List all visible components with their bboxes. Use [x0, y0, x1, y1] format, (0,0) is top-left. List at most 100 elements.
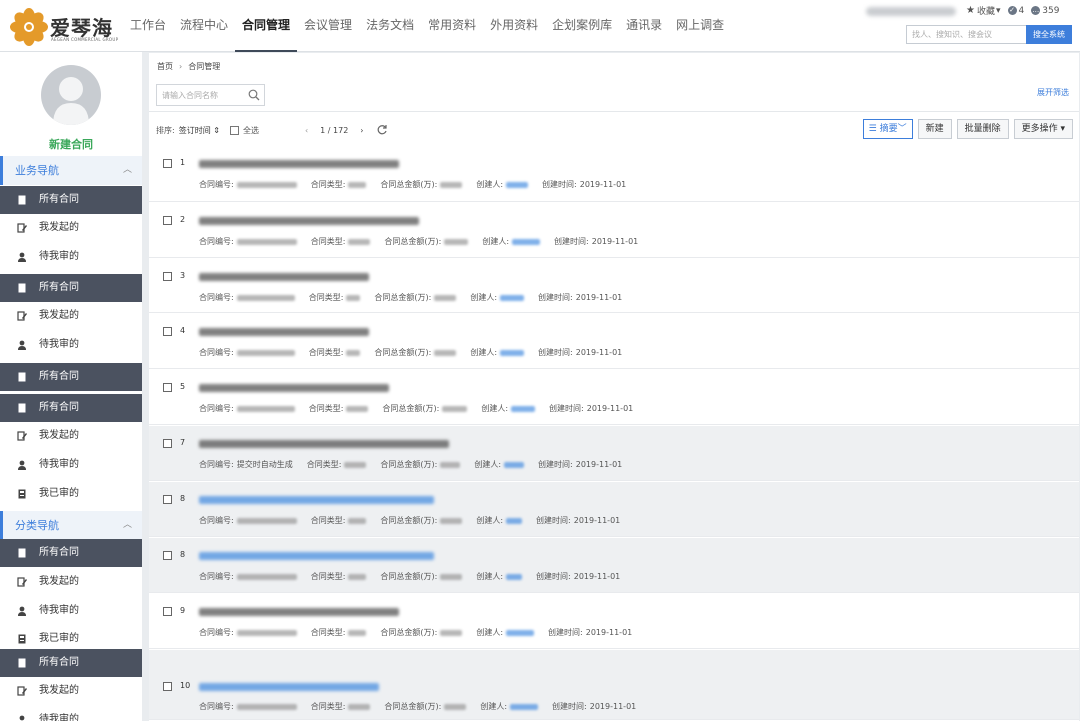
- row-checkbox[interactable]: [163, 272, 172, 281]
- table-row[interactable]: 4 合同编号: 合同类型: 合同总金额(万): 创建人: 创建时间: 2019-11-01: [149, 314, 1079, 369]
- sidebar-item[interactable]: 所有合同: [0, 186, 142, 214]
- sidebar-item[interactable]: 我已审的: [0, 480, 142, 508]
- next-page-icon[interactable]: ›: [360, 126, 363, 135]
- sidebar-item[interactable]: 我发起的: [0, 302, 142, 330]
- new-button[interactable]: 新建: [917, 119, 952, 139]
- batch-delete-button[interactable]: 批量删除: [956, 119, 1009, 139]
- prev-page-icon[interactable]: ‹: [305, 126, 308, 135]
- global-search-button[interactable]: 搜全系统: [1026, 25, 1072, 44]
- message-badge[interactable]: … 359: [1031, 6, 1059, 16]
- table-row[interactable]: 5 合同编号: 合同类型: 合同总金额(万): 创建人: 创建时间: 2019-11-01: [149, 370, 1079, 425]
- contract-title-link[interactable]: [199, 552, 434, 560]
- sidebar-section[interactable]: 业务导航 ︿: [0, 156, 142, 185]
- global-search-input[interactable]: 找人、搜知识、搜会议: [906, 25, 1026, 44]
- main-content: 首页 › 合同管理 请输入合同名称 展开筛选 排序: 签订时间 ⇕ 全选 ‹ 1 /…: [149, 53, 1079, 721]
- contract-no-value: [236, 294, 295, 301]
- view-mode-select[interactable]: ☰ 摘要﹀: [862, 119, 913, 139]
- sort-select[interactable]: 签订时间 ⇕: [179, 125, 220, 136]
- nav-item[interactable]: 网上调查: [669, 0, 731, 52]
- sidebar-item[interactable]: 待我审的: [0, 597, 142, 625]
- user-info[interactable]: [866, 7, 956, 16]
- brand-logo[interactable]: 爱琴海 AEGEAN COMMERCIAL GROUP: [10, 8, 118, 46]
- nav-item[interactable]: 会议管理: [297, 0, 359, 52]
- row-checkbox[interactable]: [163, 551, 172, 560]
- row-checkbox[interactable]: [163, 327, 172, 336]
- sidebar-item[interactable]: 所有合同: [0, 394, 142, 422]
- nav-item[interactable]: 企划案例库: [545, 0, 619, 52]
- nav-item[interactable]: 外用资料: [483, 0, 545, 52]
- table-row[interactable]: 10 合同编号: 合同类型: 合同总金额(万): 创建人: 创建时间: 2019-11-01: [149, 650, 1079, 720]
- table-row[interactable]: 7 合同编号: 提交时自动生成 合同类型: 合同总金额(万): 创建人: 创建时间: 2019…: [149, 426, 1079, 481]
- sidebar-item[interactable]: 所有合同: [0, 539, 142, 567]
- contract-title-link[interactable]: [199, 328, 369, 336]
- sidebar-item[interactable]: 所有合同: [0, 363, 142, 391]
- expand-filter-link[interactable]: 展开筛选: [1037, 87, 1069, 98]
- nav-item[interactable]: 流程中心: [173, 0, 235, 52]
- row-checkbox[interactable]: [163, 159, 172, 168]
- nav-item[interactable]: 法务文档: [359, 0, 421, 52]
- refresh-icon[interactable]: [376, 124, 388, 136]
- contract-no-value: [236, 181, 297, 188]
- nav-item[interactable]: 工作台: [130, 0, 173, 52]
- sidebar-item[interactable]: 我发起的: [0, 568, 142, 596]
- new-contract-button[interactable]: 新建合同: [0, 136, 142, 152]
- avatar[interactable]: [41, 65, 101, 125]
- row-checkbox[interactable]: [163, 216, 172, 225]
- sidebar-item[interactable]: 我发起的: [0, 214, 142, 242]
- table-row[interactable]: 2 合同编号: 合同类型: 合同总金额(万): 创建人: 创建时间: 2019-11-01: [149, 203, 1079, 258]
- sidebar-item[interactable]: 所有合同: [0, 649, 142, 677]
- todo-badge[interactable]: ✓ 4: [1007, 6, 1024, 16]
- contract-title-link[interactable]: [199, 160, 399, 168]
- select-all-checkbox[interactable]: [229, 125, 243, 135]
- creator-value[interactable]: [510, 703, 539, 710]
- chevron-up-icon[interactable]: ︿: [123, 156, 132, 185]
- creator-value[interactable]: [500, 349, 525, 356]
- table-row[interactable]: 9 合同编号: 合同类型: 合同总金额(万): 创建人: 创建时间: 2019-11-01: [149, 594, 1079, 649]
- contract-title-link[interactable]: [199, 217, 419, 225]
- sidebar-item[interactable]: 所有合同: [0, 274, 142, 302]
- sidebar-item[interactable]: 待我审的: [0, 243, 142, 271]
- row-checkbox[interactable]: [163, 439, 172, 448]
- contract-title-link[interactable]: [199, 440, 449, 448]
- row-checkbox[interactable]: [163, 495, 172, 504]
- contract-name-search-input[interactable]: 请输入合同名称: [156, 84, 265, 106]
- row-checkbox[interactable]: [163, 607, 172, 616]
- contract-title-link[interactable]: [199, 608, 399, 616]
- contract-title-link[interactable]: [199, 273, 369, 281]
- table-row[interactable]: 8 合同编号: 合同类型: 合同总金额(万): 创建人: 创建时间: 2019-11-01: [149, 538, 1079, 593]
- chevron-up-icon[interactable]: ︿: [123, 511, 132, 540]
- creator-value[interactable]: [504, 461, 525, 468]
- nav-item[interactable]: 通讯录: [619, 0, 669, 52]
- contract-no-label: 合同编号:: [199, 348, 234, 357]
- row-checkbox[interactable]: [163, 682, 172, 691]
- sidebar-item[interactable]: 我发起的: [0, 422, 142, 450]
- contract-title-link[interactable]: [199, 496, 434, 504]
- contract-type-label: 合同类型:: [308, 348, 344, 357]
- breadcrumb-home[interactable]: 首页: [157, 62, 173, 71]
- contract-title-link[interactable]: [199, 384, 389, 392]
- row-checkbox[interactable]: [163, 383, 172, 392]
- creator-value[interactable]: [506, 181, 529, 188]
- table-row[interactable]: 1 合同编号: 合同类型: 合同总金额(万): 创建人: 创建时间: 2019-11-01: [149, 146, 1079, 202]
- table-row[interactable]: 8 合同编号: 合同类型: 合同总金额(万): 创建人: 创建时间: 2019-11-01: [149, 482, 1079, 537]
- contract-type-value: [346, 349, 361, 356]
- creator-value[interactable]: [500, 294, 525, 301]
- sidebar-item[interactable]: 我发起的: [0, 677, 142, 705]
- favorites-menu[interactable]: ★ 收藏 ▾: [966, 4, 1001, 17]
- creator-value[interactable]: [511, 405, 536, 412]
- search-icon[interactable]: [248, 89, 260, 101]
- nav-item[interactable]: 合同管理: [235, 0, 298, 52]
- table-row[interactable]: 3 合同编号: 合同类型: 合同总金额(万): 创建人: 创建时间: 2019-11-01: [149, 259, 1079, 313]
- main-nav: 工作台 流程中心 合同管理 会议管理 法务文档 常用资料 外用资料 企划案例库 通讯录 网上调查: [130, 0, 731, 52]
- creator-value[interactable]: [506, 573, 523, 580]
- creator-value[interactable]: [506, 629, 535, 636]
- creator-value[interactable]: [512, 238, 541, 245]
- sidebar-item[interactable]: 待我审的: [0, 331, 142, 359]
- sidebar-section[interactable]: 分类导航 ︿: [0, 511, 142, 540]
- sidebar-item[interactable]: 待我审的: [0, 706, 142, 721]
- more-actions-button[interactable]: 更多操作 ▾: [1013, 119, 1073, 139]
- sidebar-item[interactable]: 待我审的: [0, 451, 142, 479]
- contract-title-link[interactable]: [199, 683, 379, 691]
- creator-value[interactable]: [506, 517, 523, 524]
- nav-item[interactable]: 常用资料: [421, 0, 483, 52]
